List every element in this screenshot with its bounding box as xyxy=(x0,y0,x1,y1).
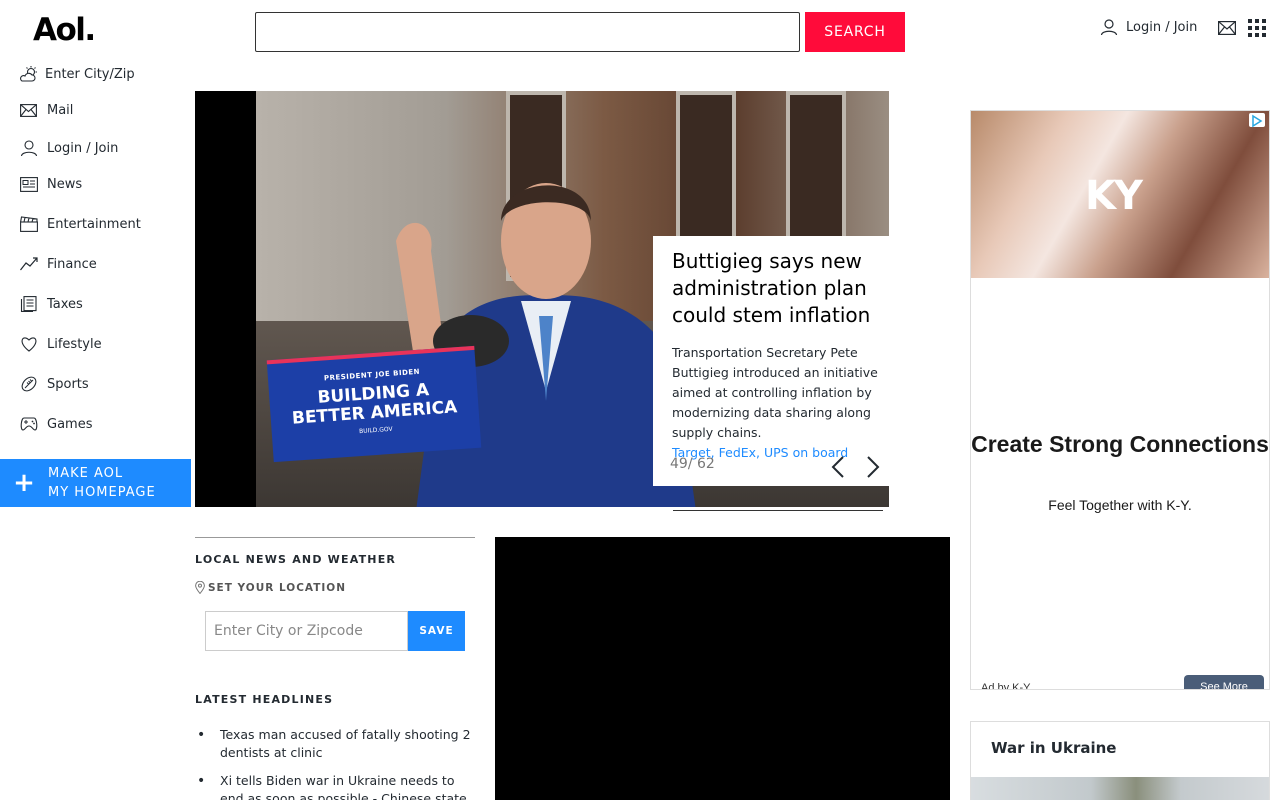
mail-icon xyxy=(1218,21,1236,36)
apps-menu-button[interactable] xyxy=(1248,19,1266,41)
set-location-label: SET YOUR LOCATION xyxy=(208,581,347,594)
sidebar-item-login[interactable]: Login / Join xyxy=(20,138,118,158)
user-icon xyxy=(20,140,38,157)
document-icon xyxy=(20,296,37,312)
clapper-icon xyxy=(20,216,38,232)
video-player[interactable] xyxy=(495,537,950,800)
sidebar-item-taxes[interactable]: Taxes xyxy=(20,294,83,314)
hero-title[interactable]: Buttigieg says new administration plan c… xyxy=(672,248,883,329)
zip-save-button[interactable]: SAVE xyxy=(408,611,465,651)
sidebar-item-label: News xyxy=(47,176,83,192)
weather-icon xyxy=(20,66,37,82)
local-news-heading: LOCAL NEWS AND WEATHER xyxy=(195,553,397,566)
search-button[interactable]: SEARCH xyxy=(805,12,905,52)
ad-subtitle: Feel Together with K-Y. xyxy=(1048,497,1192,513)
sidebar-item-label: Login / Join xyxy=(47,140,119,156)
headline-item[interactable]: Texas man accused of fatally shooting 2 … xyxy=(195,726,475,762)
hero-caption-card: Buttigieg says new administration plan c… xyxy=(653,236,889,486)
ukraine-image[interactable] xyxy=(971,777,1269,800)
adchoices-icon[interactable] xyxy=(1249,113,1265,128)
chevron-right-icon xyxy=(867,456,880,478)
podium-sign: PRESIDENT JOE BIDEN BUILDING A BETTER AM… xyxy=(266,345,482,463)
sidebar-item-lifestyle[interactable]: Lifestyle xyxy=(20,334,102,354)
ad-image[interactable]: KY xyxy=(971,111,1269,278)
search-input[interactable] xyxy=(255,12,800,52)
zip-input[interactable]: Enter City or Zipcode xyxy=(205,611,408,651)
chevron-left-icon xyxy=(831,456,844,478)
hero-next-button[interactable] xyxy=(865,455,881,483)
zip-form: Enter City or Zipcode SAVE xyxy=(205,611,465,651)
ukraine-heading[interactable]: War in Ukraine xyxy=(991,739,1269,757)
ad-sponsor: Ad by K-Y xyxy=(981,682,1031,690)
header-mail-button[interactable] xyxy=(1218,20,1236,39)
hero-prev-button[interactable] xyxy=(830,455,846,483)
sidebar-item-label: Sports xyxy=(47,376,89,392)
location-pin-icon xyxy=(195,581,205,594)
sidebar-item-sports[interactable]: Sports xyxy=(20,374,89,394)
set-location-link[interactable]: SET YOUR LOCATION xyxy=(195,581,475,594)
sidebar-item-label: Mail xyxy=(47,102,74,118)
ad-headline: Create Strong Connections xyxy=(971,431,1269,457)
sidebar-item-label: Finance xyxy=(47,256,97,272)
ad-see-more-button[interactable]: See More xyxy=(1184,675,1264,689)
hero-summary: Transportation Secretary Pete Buttigieg … xyxy=(672,345,878,440)
heart-icon xyxy=(21,337,37,352)
news-icon xyxy=(20,176,38,192)
make-homepage-line2: MY HOMEPAGE xyxy=(48,485,156,500)
sidebar-item-news[interactable]: News xyxy=(20,174,82,194)
sidebar-item-label: Lifestyle xyxy=(47,336,102,352)
make-homepage-button[interactable]: + MAKE AOL MY HOMEPAGE xyxy=(0,459,191,507)
latest-headlines-section: LATEST HEADLINES Texas man accused of fa… xyxy=(195,693,475,800)
header-login-link[interactable]: Login / Join xyxy=(1100,18,1197,36)
sidebar-item-label: Enter City/Zip xyxy=(45,66,135,82)
gamepad-icon xyxy=(20,417,38,431)
make-homepage-line1: MAKE AOL xyxy=(48,466,124,481)
latest-headlines-heading: LATEST HEADLINES xyxy=(195,693,334,706)
aol-logo[interactable]: Aol. xyxy=(33,12,96,48)
header-login-label: Login / Join xyxy=(1126,19,1198,35)
sidebar-item-label: Games xyxy=(47,416,93,432)
sidebar-item-mail[interactable]: Mail xyxy=(20,100,73,120)
plus-icon: + xyxy=(13,468,35,498)
war-in-ukraine-module: War in Ukraine xyxy=(970,721,1270,800)
make-homepage-label: MAKE AOL MY HOMEPAGE xyxy=(48,464,156,502)
sidebar-item-entertainment[interactable]: Entertainment xyxy=(20,214,141,234)
sidebar-item-label: Entertainment xyxy=(47,216,141,232)
grid-icon xyxy=(1248,19,1266,37)
sidebar-item-label: Taxes xyxy=(47,296,83,312)
mail-icon xyxy=(20,103,37,117)
ad-brand-logo: KY xyxy=(1085,173,1143,219)
headline-list: Texas man accused of fatally shooting 2 … xyxy=(195,726,475,800)
ball-icon xyxy=(21,376,37,392)
hero-counter: 49/ 62 xyxy=(670,456,715,472)
hero-divider xyxy=(673,510,883,511)
sidebar-item-finance[interactable]: Finance xyxy=(20,254,97,274)
chart-icon xyxy=(20,257,38,271)
headline-item[interactable]: Xi tells Biden war in Ukraine needs to e… xyxy=(195,772,475,800)
local-news-section: LOCAL NEWS AND WEATHER SET YOUR LOCATION… xyxy=(195,537,475,651)
advertisement[interactable]: KY Create Strong Connections Feel Togeth… xyxy=(970,110,1270,690)
user-icon xyxy=(1100,19,1118,36)
sidebar-item-weather[interactable]: Enter City/Zip xyxy=(20,64,135,84)
sidebar-item-games[interactable]: Games xyxy=(20,414,92,434)
